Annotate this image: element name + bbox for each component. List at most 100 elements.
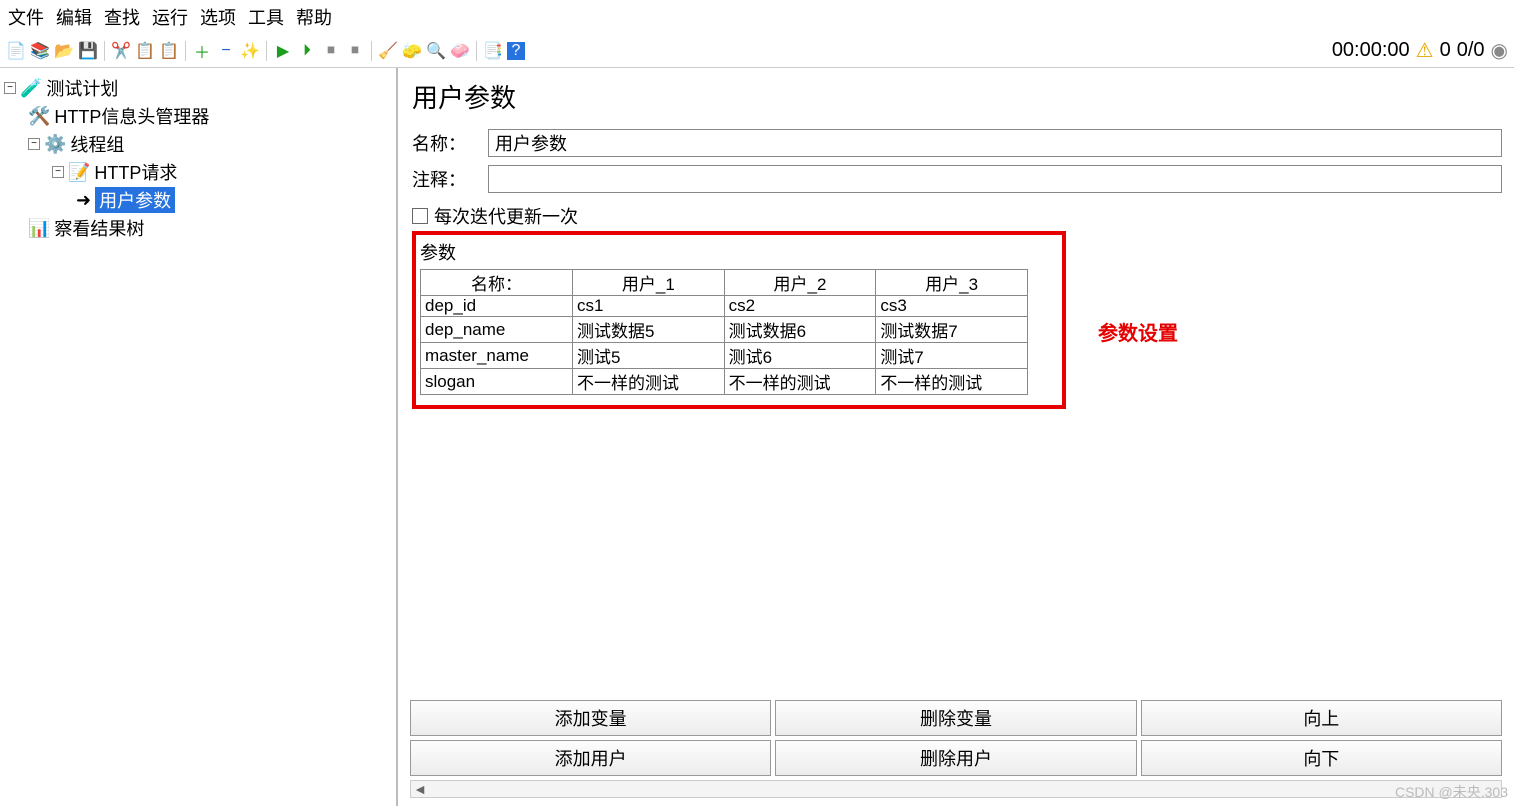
wand-icon[interactable]: ✨ <box>240 41 260 61</box>
paste-icon[interactable]: 📋 <box>159 41 179 61</box>
main-area: − 🧪 测试计划 🛠️ HTTP信息头管理器 − ⚙️ 线程组 − 📝 HTTP… <box>0 68 1514 806</box>
table-row[interactable]: dep_id cs1 cs2 cs3 <box>421 296 1028 317</box>
panel-title: 用户参数 <box>412 78 1502 115</box>
col-name[interactable]: 名称： <box>421 270 573 296</box>
flask-icon: 🧪 <box>20 78 42 99</box>
menu-edit[interactable]: 编辑 <box>52 2 96 32</box>
move-down-button[interactable]: 向下 <box>1141 740 1502 776</box>
cut-icon[interactable]: ✂️ <box>111 41 131 61</box>
plus-icon[interactable]: ＋ <box>192 41 212 61</box>
add-user-button[interactable]: 添加用户 <box>410 740 771 776</box>
delete-user-button[interactable]: 删除用户 <box>775 740 1136 776</box>
cell[interactable]: master_name <box>421 343 573 369</box>
tree-http-request[interactable]: − 📝 HTTP请求 <box>4 158 392 186</box>
menu-help[interactable]: 帮助 <box>292 2 336 32</box>
cell[interactable]: 不一样的测试 <box>724 369 876 395</box>
sampler-icon: 📝 <box>68 162 90 183</box>
cell[interactable]: 测试6 <box>724 343 876 369</box>
collapse-icon[interactable]: − <box>28 138 40 150</box>
checkbox-icon[interactable] <box>412 208 428 224</box>
menu-run[interactable]: 运行 <box>148 2 192 32</box>
cell[interactable]: 测试7 <box>876 343 1028 369</box>
col-user-1[interactable]: 用户_1 <box>573 270 725 296</box>
gear-icon: ⚙️ <box>44 134 66 155</box>
menu-bar: 文件 编辑 查找 运行 选项 工具 帮助 <box>0 0 1514 34</box>
tree-panel: − 🧪 测试计划 🛠️ HTTP信息头管理器 − ⚙️ 线程组 − 📝 HTTP… <box>0 68 398 806</box>
tree-root[interactable]: − 🧪 测试计划 <box>4 74 392 102</box>
shutdown-icon[interactable]: ⏹ <box>345 41 365 61</box>
table-header-row: 名称： 用户_1 用户_2 用户_3 <box>421 270 1028 296</box>
tree-label: HTTP请求 <box>94 159 177 185</box>
cell[interactable]: 测试数据6 <box>724 317 876 343</box>
clear-all-icon[interactable]: 🧽 <box>402 41 422 61</box>
table-row[interactable]: dep_name 测试数据5 测试数据6 测试数据7 <box>421 317 1028 343</box>
tree-label: 用户参数 <box>95 187 175 213</box>
tree-user-parameters[interactable]: ➜ 用户参数 <box>4 186 392 214</box>
params-table[interactable]: 名称： 用户_1 用户_2 用户_3 dep_id cs1 cs2 cs3 <box>420 269 1028 395</box>
menu-options[interactable]: 选项 <box>196 2 240 32</box>
menu-tools[interactable]: 工具 <box>244 2 288 32</box>
cell[interactable]: slogan <box>421 369 573 395</box>
help-icon[interactable]: ? <box>507 42 525 60</box>
update-once-row[interactable]: 每次迭代更新一次 <box>412 203 1502 229</box>
cell[interactable]: 测试数据5 <box>573 317 725 343</box>
toolbar: 📄 📚 📂 💾 ✂️ 📋 📋 ＋ − ✨ ▶ ⏵ ⏹ ⏹ 🧹 🧽 🔍 🧼 📑 ?… <box>0 34 1514 68</box>
search-icon[interactable]: 🔍 <box>426 41 446 61</box>
stop-icon[interactable]: ⏹ <box>321 41 341 61</box>
tree-label: 线程组 <box>70 131 124 157</box>
cell[interactable]: 不一样的测试 <box>876 369 1028 395</box>
preprocessor-icon: ➜ <box>76 190 91 211</box>
config-icon: 🛠️ <box>28 106 50 127</box>
elapsed-time: 00:00:00 <box>1332 39 1410 62</box>
function-helper-icon[interactable]: 📑 <box>483 41 503 61</box>
cell[interactable]: 测试5 <box>573 343 725 369</box>
cell[interactable]: cs1 <box>573 296 725 317</box>
table-row[interactable]: master_name 测试5 测试6 测试7 <box>421 343 1028 369</box>
thread-ratio: 0/0 <box>1457 39 1485 62</box>
params-section-title: 参数 <box>420 239 1058 265</box>
start-icon[interactable]: ▶ <box>273 41 293 61</box>
collapse-icon[interactable]: − <box>4 82 16 94</box>
toolbar-separator <box>185 41 186 61</box>
cell[interactable]: 不一样的测试 <box>573 369 725 395</box>
cell[interactable]: dep_name <box>421 317 573 343</box>
toolbar-separator <box>104 41 105 61</box>
clear-icon[interactable]: 🧹 <box>378 41 398 61</box>
update-once-label: 每次迭代更新一次 <box>434 203 578 229</box>
collapse-icon[interactable]: − <box>52 166 64 178</box>
reset-search-icon[interactable]: 🧼 <box>450 41 470 61</box>
copy-icon[interactable]: 📋 <box>135 41 155 61</box>
templates-icon[interactable]: 📚 <box>30 41 50 61</box>
menu-file[interactable]: 文件 <box>4 2 48 32</box>
comment-input[interactable] <box>488 165 1502 193</box>
status-bar: 00:00:00 ⚠ 0 0/0 ◉ <box>1332 38 1508 63</box>
new-icon[interactable]: 📄 <box>6 41 26 61</box>
col-user-3[interactable]: 用户_3 <box>876 270 1028 296</box>
col-user-2[interactable]: 用户_2 <box>724 270 876 296</box>
toolbar-separator <box>371 41 372 61</box>
cell[interactable]: cs2 <box>724 296 876 317</box>
menu-search[interactable]: 查找 <box>100 2 144 32</box>
cell[interactable]: dep_id <box>421 296 573 317</box>
table-row[interactable]: slogan 不一样的测试 不一样的测试 不一样的测试 <box>421 369 1028 395</box>
move-up-button[interactable]: 向上 <box>1141 700 1502 736</box>
cell[interactable]: cs3 <box>876 296 1028 317</box>
bottom-buttons: 添加变量 删除变量 向上 添加用户 删除用户 向下 <box>410 700 1502 776</box>
cell[interactable]: 测试数据7 <box>876 317 1028 343</box>
right-panel: 用户参数 名称： 注释： 每次迭代更新一次 参数 名称： 用户_1 <box>398 68 1514 806</box>
delete-variable-button[interactable]: 删除变量 <box>775 700 1136 736</box>
toolbar-separator <box>266 41 267 61</box>
tree-view-results[interactable]: 📊 察看结果树 <box>4 214 392 242</box>
save-icon[interactable]: 💾 <box>78 41 98 61</box>
scroll-left-icon[interactable]: ◄ <box>411 781 429 797</box>
add-variable-button[interactable]: 添加变量 <box>410 700 771 736</box>
warning-icon[interactable]: ⚠ <box>1416 38 1434 63</box>
start-no-pause-icon[interactable]: ⏵ <box>297 41 317 61</box>
tree-thread-group[interactable]: − ⚙️ 线程组 <box>4 130 392 158</box>
minus-icon[interactable]: − <box>216 41 236 61</box>
tree-http-header-manager[interactable]: 🛠️ HTTP信息头管理器 <box>4 102 392 130</box>
open-icon[interactable]: 📂 <box>54 41 74 61</box>
horizontal-scrollbar[interactable]: ◄ <box>410 780 1502 798</box>
name-label: 名称： <box>412 130 488 156</box>
name-input[interactable] <box>488 129 1502 157</box>
